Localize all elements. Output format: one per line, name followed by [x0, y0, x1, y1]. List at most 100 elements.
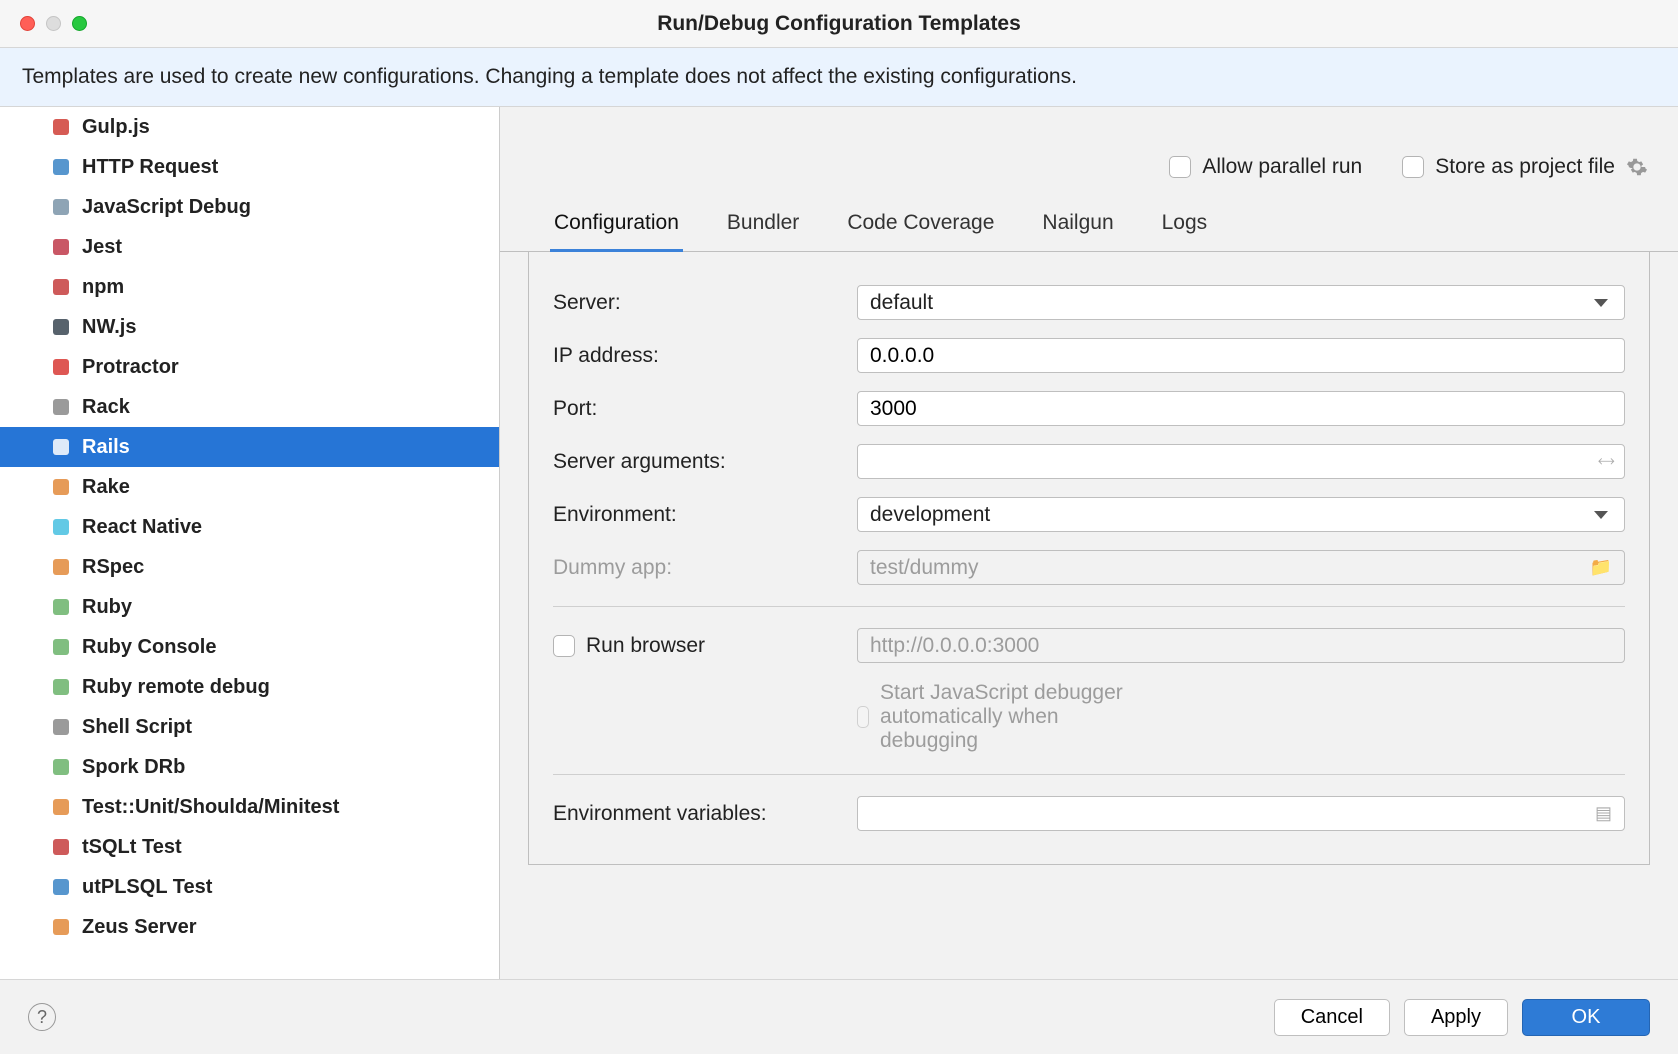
sidebar-item-api[interactable]: HTTP Request: [0, 147, 499, 187]
nw-icon: [50, 316, 72, 338]
sidebar-item-zeus[interactable]: Zeus Server: [0, 907, 499, 947]
allow-parallel-run-checkbox[interactable]: Allow parallel run: [1169, 155, 1362, 179]
template-list[interactable]: Gulp.js HTTP Request JavaScript Debug Jest n…: [0, 107, 500, 979]
sidebar-item-ruby[interactable]: Ruby: [0, 587, 499, 627]
store-as-project-file-checkbox[interactable]: Store as project file: [1402, 155, 1648, 179]
dialog-body: Gulp.js HTTP Request JavaScript Debug Jest n…: [0, 107, 1678, 979]
sidebar-item-label: NW.js: [82, 316, 136, 339]
sidebar-item-rubyremote[interactable]: Ruby remote debug: [0, 667, 499, 707]
rails-icon: [50, 436, 72, 458]
server-args-label: Server arguments:: [553, 450, 841, 474]
divider: [553, 774, 1625, 775]
sidebar-item-react[interactable]: React Native: [0, 507, 499, 547]
store-project-label: Store as project file: [1435, 155, 1615, 179]
sidebar-item-rails[interactable]: Rails: [0, 427, 499, 467]
sidebar-item-label: RSpec: [82, 556, 144, 579]
gulp-icon: [50, 116, 72, 138]
env-vars-input[interactable]: ▤: [857, 796, 1625, 831]
utplsql-icon: [50, 876, 72, 898]
rubyremote-icon: [50, 676, 72, 698]
sidebar-item-shell[interactable]: Shell Script: [0, 707, 499, 747]
tab-code-coverage[interactable]: Code Coverage: [843, 211, 998, 251]
sidebar-item-label: utPLSQL Test: [82, 876, 212, 899]
ip-input[interactable]: [857, 338, 1625, 373]
sidebar-item-label: HTTP Request: [82, 156, 218, 179]
divider: [553, 606, 1625, 607]
sidebar-item-jsdebug[interactable]: JavaScript Debug: [0, 187, 499, 227]
tab-logs[interactable]: Logs: [1158, 211, 1212, 251]
react-icon: [50, 516, 72, 538]
tab-configuration[interactable]: Configuration: [550, 211, 683, 253]
environment-label: Environment:: [553, 503, 841, 527]
help-button[interactable]: ?: [28, 1003, 56, 1031]
port-input[interactable]: [857, 391, 1625, 426]
sidebar-item-rspec[interactable]: RSpec: [0, 547, 499, 587]
checkbox-icon: [1402, 156, 1424, 178]
rack-icon: [50, 396, 72, 418]
titlebar: Run/Debug Configuration Templates: [0, 0, 1678, 48]
server-args-field[interactable]: [870, 450, 1599, 474]
gear-icon[interactable]: [1626, 156, 1648, 178]
jsdebug-icon: [50, 196, 72, 218]
port-input-field[interactable]: [870, 397, 1612, 421]
footer-buttons: Cancel Apply OK: [1274, 999, 1650, 1036]
main-panel: Allow parallel run Store as project file…: [500, 107, 1678, 979]
ip-input-field[interactable]: [870, 344, 1612, 368]
sidebar-item-npm[interactable]: npm: [0, 267, 499, 307]
server-label: Server:: [553, 291, 841, 315]
sidebar-item-label: Ruby: [82, 596, 132, 619]
run-browser-url-value: http://0.0.0.0:3000: [870, 634, 1039, 658]
sidebar-item-utplsql[interactable]: utPLSQL Test: [0, 867, 499, 907]
chevron-down-icon: [1594, 299, 1608, 307]
ok-button[interactable]: OK: [1522, 999, 1650, 1036]
tab-bundler[interactable]: Bundler: [723, 211, 803, 251]
environment-dropdown[interactable]: development: [857, 497, 1625, 532]
allow-parallel-run-label: Allow parallel run: [1202, 155, 1362, 179]
sidebar-item-label: Ruby remote debug: [82, 676, 270, 699]
apply-button[interactable]: Apply: [1404, 999, 1508, 1036]
sidebar-item-nw[interactable]: NW.js: [0, 307, 499, 347]
sidebar-item-tsqlt[interactable]: tSQLt Test: [0, 827, 499, 867]
sidebar-item-jest[interactable]: Jest: [0, 227, 499, 267]
start-js-debugger-label: Start JavaScript debugger automatically …: [880, 681, 1145, 753]
sidebar-item-label: Zeus Server: [82, 916, 197, 939]
server-dropdown[interactable]: default: [857, 285, 1625, 320]
dialog-title: Run/Debug Configuration Templates: [0, 12, 1678, 36]
run-browser-checkbox[interactable]: Run browser: [553, 634, 841, 658]
info-banner: Templates are used to create new configu…: [0, 48, 1678, 107]
sidebar-item-label: npm: [82, 276, 124, 299]
server-args-input[interactable]: ⤢: [857, 444, 1625, 479]
sidebar-item-rubyconsole[interactable]: Ruby Console: [0, 627, 499, 667]
sidebar-item-spork[interactable]: Spork DRb: [0, 747, 499, 787]
sidebar-item-label: Rack: [82, 396, 130, 419]
sidebar-item-protractor[interactable]: Protractor: [0, 347, 499, 387]
ip-label: IP address:: [553, 344, 841, 368]
rspec-icon: [50, 556, 72, 578]
tabs: Configuration Bundler Code Coverage Nailgun…: [500, 179, 1678, 252]
list-icon[interactable]: ▤: [1595, 803, 1612, 824]
npm-icon: [50, 276, 72, 298]
checkbox-icon: [1169, 156, 1191, 178]
zeus-icon: [50, 916, 72, 938]
configuration-form: Server: default IP address: Port: Ser: [528, 252, 1650, 865]
tsqlt-icon: [50, 836, 72, 858]
sidebar-item-test[interactable]: Test::Unit/Shoulda/Minitest: [0, 787, 499, 827]
environment-value: development: [870, 503, 990, 527]
env-vars-label: Environment variables:: [553, 802, 841, 826]
cancel-button[interactable]: Cancel: [1274, 999, 1390, 1036]
sidebar-item-rack[interactable]: Rack: [0, 387, 499, 427]
ruby-icon: [50, 596, 72, 618]
sidebar-item-label: Protractor: [82, 356, 179, 379]
sidebar-item-label: JavaScript Debug: [82, 196, 251, 219]
port-label: Port:: [553, 397, 841, 421]
sidebar-item-label: React Native: [82, 516, 202, 539]
env-vars-field[interactable]: [870, 802, 1595, 826]
rubyconsole-icon: [50, 636, 72, 658]
sidebar-item-gulp[interactable]: Gulp.js: [0, 107, 499, 147]
run-browser-url-input: http://0.0.0.0:3000: [857, 628, 1625, 663]
sidebar-item-label: Spork DRb: [82, 756, 185, 779]
sidebar-item-label: Gulp.js: [82, 116, 150, 139]
tab-nailgun[interactable]: Nailgun: [1038, 211, 1117, 251]
top-options-row: Allow parallel run Store as project file: [500, 107, 1678, 179]
sidebar-item-rake[interactable]: Rake: [0, 467, 499, 507]
